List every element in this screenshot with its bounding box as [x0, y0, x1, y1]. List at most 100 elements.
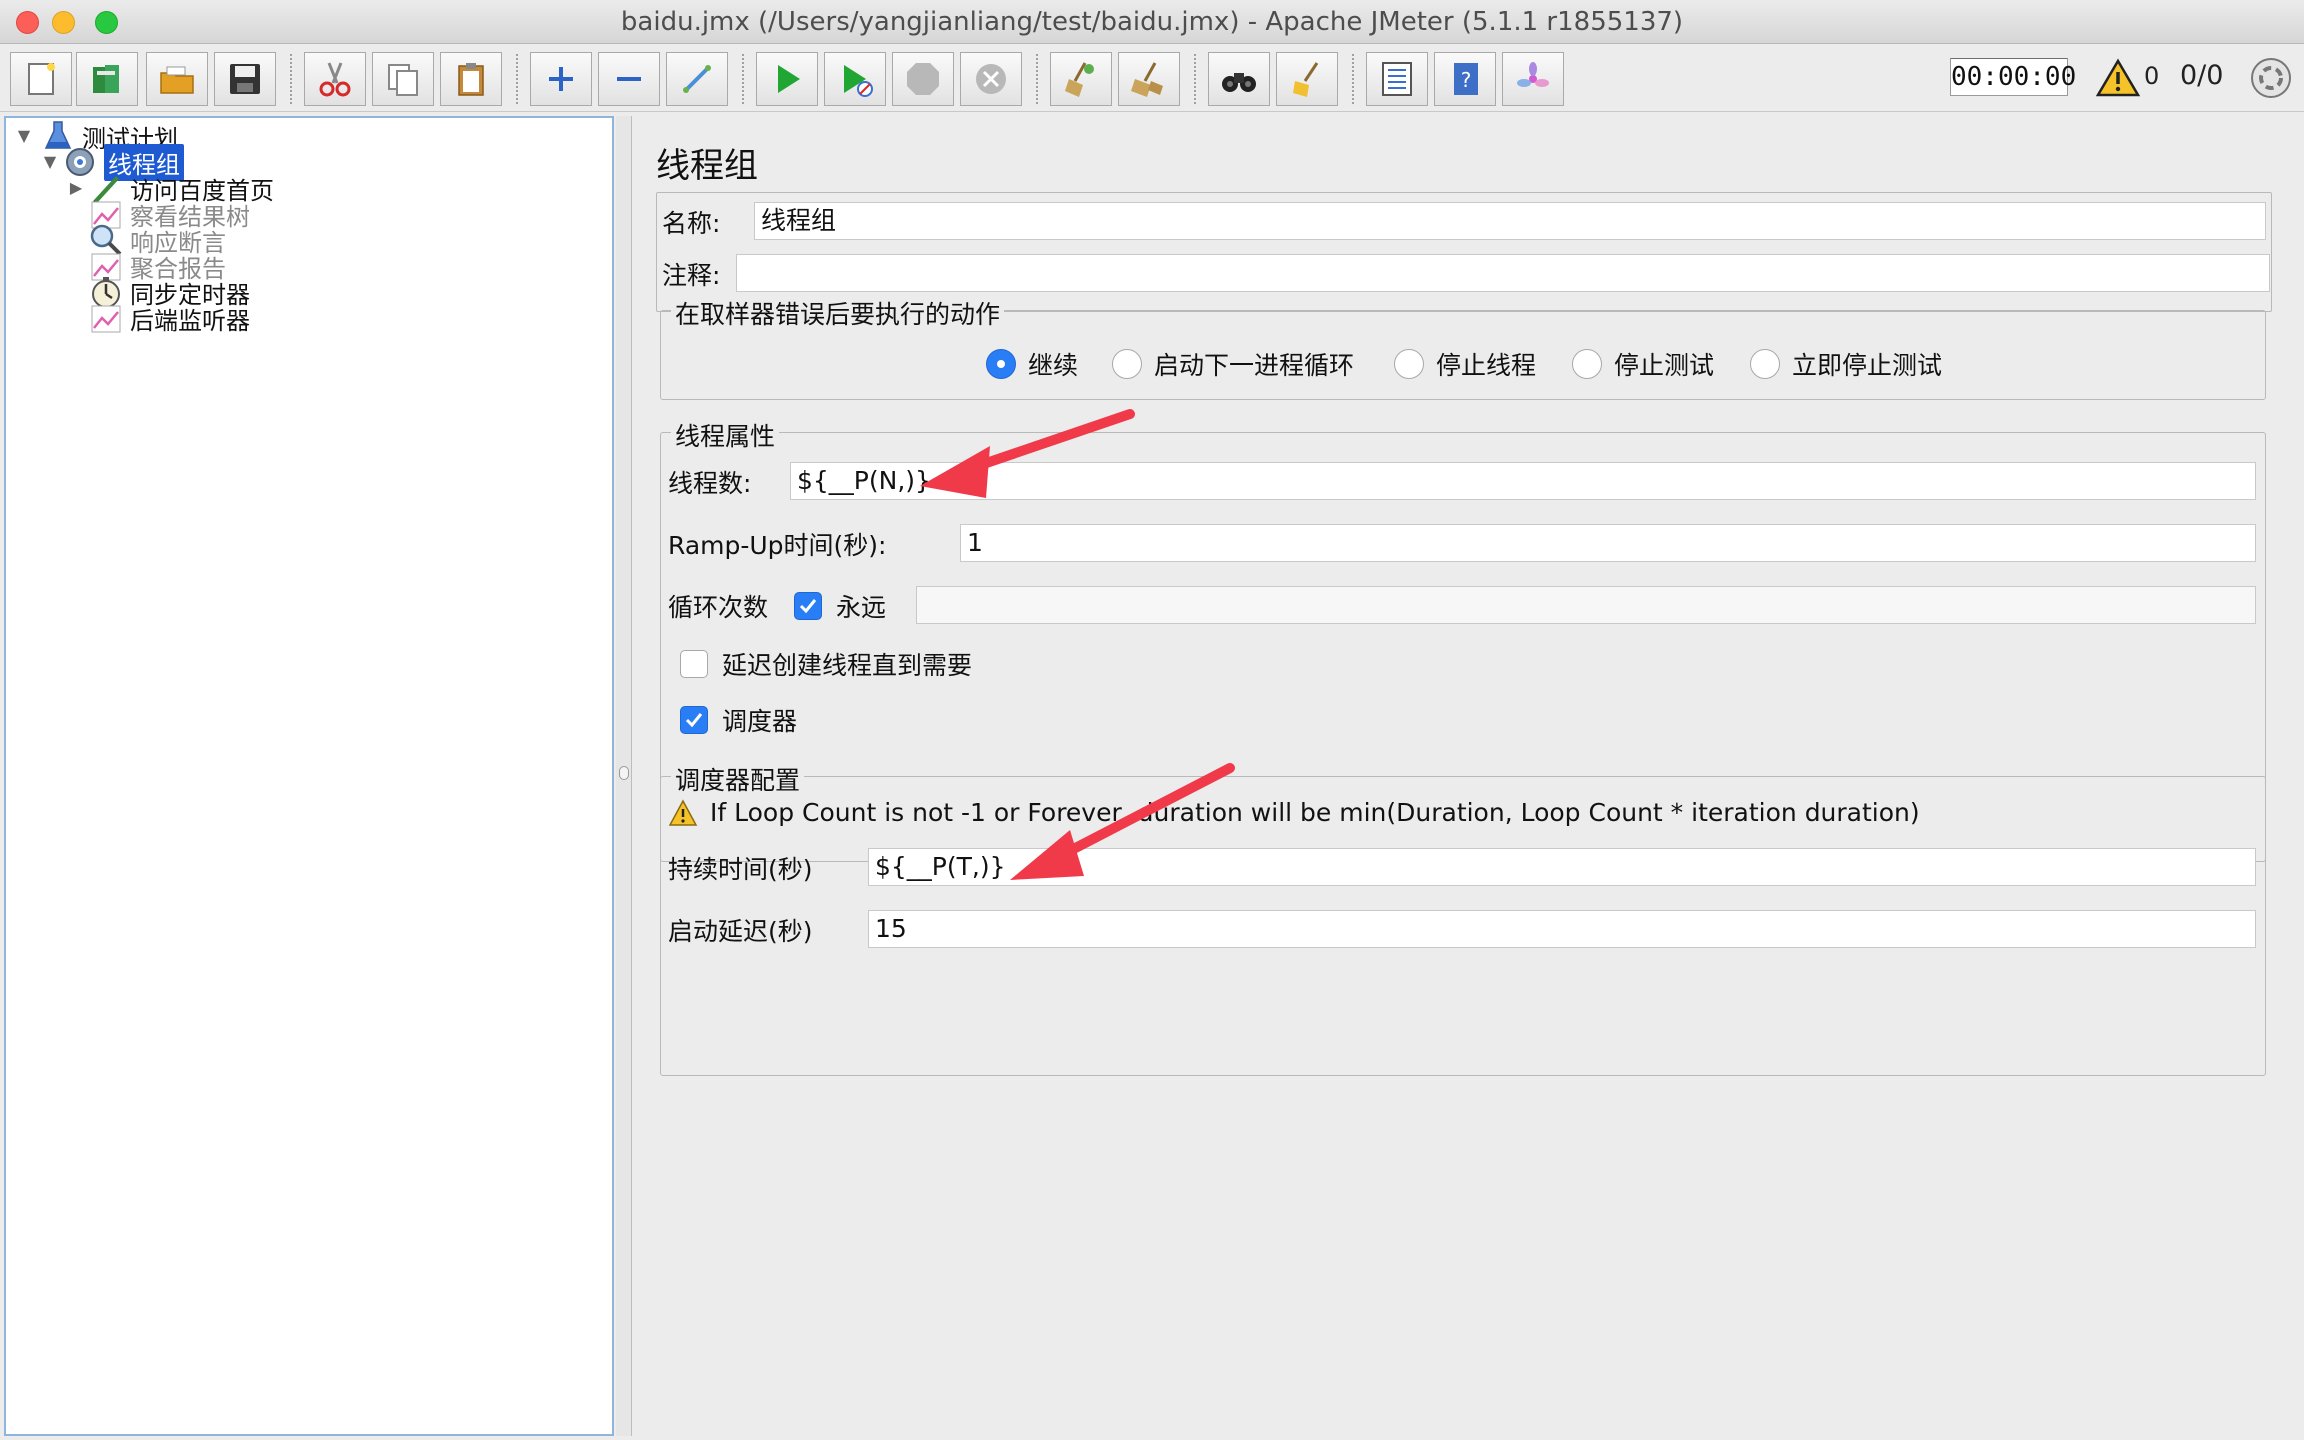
group-legend: 调度器配置: [671, 761, 805, 797]
svg-text:?: ?: [1461, 68, 1472, 92]
duration-input[interactable]: ${__P(T,)}: [868, 848, 2256, 886]
group-legend: 线程属性: [671, 417, 780, 453]
start-button[interactable]: [756, 52, 818, 106]
checkbox-label: 调度器: [722, 707, 798, 736]
checkbox-label: 延迟创建线程直到需要: [722, 651, 973, 680]
plugin-flower-icon: [1517, 62, 1549, 87]
radio-label: 停止测试: [1614, 351, 1715, 380]
plus-icon: [549, 67, 573, 91]
toggle-button[interactable]: [666, 52, 728, 106]
stop-icon: [907, 63, 939, 95]
loop-count-label: 循环次数: [668, 593, 769, 622]
delay-thread-creation-checkbox[interactable]: 延迟创建线程直到需要: [680, 646, 972, 682]
collapse-triangle-icon[interactable]: ▼: [14, 126, 34, 146]
divider-grip-icon[interactable]: [619, 766, 629, 780]
clear-all-button[interactable]: [1118, 52, 1180, 106]
collapse-triangle-icon[interactable]: ▼: [40, 152, 60, 172]
expand-all-button[interactable]: [530, 52, 592, 106]
radio-stop-test-now[interactable]: 立即停止测试: [1750, 346, 1942, 382]
radio-label: 启动下一进程循环: [1154, 351, 1355, 380]
radio-label: 继续: [1028, 351, 1079, 380]
radio-stop-test[interactable]: 停止测试: [1572, 346, 1714, 382]
plugins-button[interactable]: [1502, 52, 1564, 106]
open-button[interactable]: [146, 52, 208, 106]
checkbox-indicator: [680, 650, 708, 678]
expand-triangle-icon[interactable]: ▶: [66, 178, 86, 198]
scissors-icon: [319, 62, 351, 97]
error-count: 0: [2144, 62, 2160, 90]
help-book-icon: ?: [1454, 63, 1478, 95]
radio-stop-thread[interactable]: 停止线程: [1394, 346, 1536, 382]
status-globe-icon: [2251, 58, 2291, 98]
new-file-icon: [28, 63, 55, 95]
notice-text: If Loop Count is not -1 or Forever, dura…: [710, 798, 1920, 827]
page-title: 线程组: [656, 146, 758, 186]
toolbar-separator: [1194, 54, 1196, 104]
name-label: 名称:: [662, 209, 721, 238]
warning-icon: [668, 798, 698, 826]
templates-button[interactable]: [76, 52, 138, 106]
toolbar: ? 00:00:00 0 0/0: [0, 44, 2304, 112]
name-input[interactable]: 线程组: [754, 202, 2266, 240]
start-no-pauses-button[interactable]: [824, 52, 886, 106]
window-titlebar: baidu.jmx (/Users/yangjianliang/test/bai…: [0, 0, 2304, 44]
radio-label: 停止线程: [1436, 351, 1537, 380]
loop-count-input[interactable]: [916, 586, 2256, 624]
toggle-wand-icon: [683, 65, 711, 93]
startup-delay-input[interactable]: 15: [868, 910, 2256, 948]
open-folder-icon: [160, 66, 194, 94]
scheduler-checkbox[interactable]: 调度器: [680, 702, 797, 738]
checkbox-label: 永远: [836, 593, 887, 622]
save-disk-icon: [230, 64, 260, 94]
binoculars-icon: [1222, 73, 1256, 92]
checkmark-icon: [685, 713, 703, 728]
play-no-timers-icon: [844, 65, 873, 97]
function-helper-button[interactable]: [1366, 52, 1428, 106]
radio-label: 立即停止测试: [1792, 351, 1943, 380]
search-button[interactable]: [1208, 52, 1270, 106]
paste-button[interactable]: [440, 52, 502, 106]
threads-label: 线程数:: [668, 469, 752, 498]
checkbox-checked-indicator: [794, 592, 822, 620]
help-button[interactable]: ?: [1434, 52, 1496, 106]
radio-selected-indicator: [986, 349, 1016, 379]
thread-group-panel: 线程组 名称: 线程组 注释: 在取样器错误后要执行的动作 继续 启动下一进程循…: [634, 116, 2300, 1436]
test-plan-tree[interactable]: ▼ 测试计划 ▼ 线程组 ▶ 访问百度首页 察看结果树 响应断言 聚合报告 同步…: [4, 116, 614, 1436]
minus-icon: [617, 77, 641, 81]
cut-button[interactable]: [304, 52, 366, 106]
radio-indicator: [1572, 349, 1602, 379]
active-threads-ratio: 0/0: [2180, 60, 2224, 91]
broom-icon: [1293, 62, 1319, 97]
clear-button[interactable]: [1050, 52, 1112, 106]
reset-search-button[interactable]: [1276, 52, 1338, 106]
duration-label: 持续时间(秒): [668, 855, 813, 884]
play-icon: [778, 65, 800, 93]
new-button[interactable]: [10, 52, 72, 106]
list-icon: [1382, 62, 1412, 96]
startup-delay-label: 启动延迟(秒): [668, 917, 813, 946]
toolbar-separator: [1352, 54, 1354, 104]
tree-item-backend-listener[interactable]: 后端监听器: [8, 300, 250, 336]
forever-checkbox[interactable]: 永远: [794, 588, 886, 624]
warning-icon[interactable]: [2096, 58, 2140, 98]
rampup-input[interactable]: 1: [960, 524, 2256, 562]
elapsed-timer: 00:00:00: [1950, 58, 2076, 96]
threads-input[interactable]: ${__P(N,)}: [790, 462, 2256, 500]
checkmark-icon: [799, 599, 817, 614]
clipboard-icon: [458, 63, 484, 96]
window-title: baidu.jmx (/Users/yangjianliang/test/bai…: [620, 7, 1684, 37]
copy-button[interactable]: [372, 52, 434, 106]
clear-broom-icon: [1065, 62, 1094, 97]
shutdown-icon: [976, 64, 1006, 94]
collapse-all-button[interactable]: [598, 52, 660, 106]
shutdown-button[interactable]: [960, 52, 1022, 106]
radio-start-next-loop[interactable]: 启动下一进程循环: [1112, 346, 1354, 382]
radio-indicator: [1112, 349, 1142, 379]
radio-indicator: [1394, 349, 1424, 379]
split-pane-divider[interactable]: [616, 116, 632, 1436]
stop-button[interactable]: [892, 52, 954, 106]
radio-continue[interactable]: 继续: [986, 346, 1078, 382]
comment-input[interactable]: [736, 254, 2270, 292]
save-button[interactable]: [214, 52, 276, 106]
templates-icon: [93, 65, 119, 93]
